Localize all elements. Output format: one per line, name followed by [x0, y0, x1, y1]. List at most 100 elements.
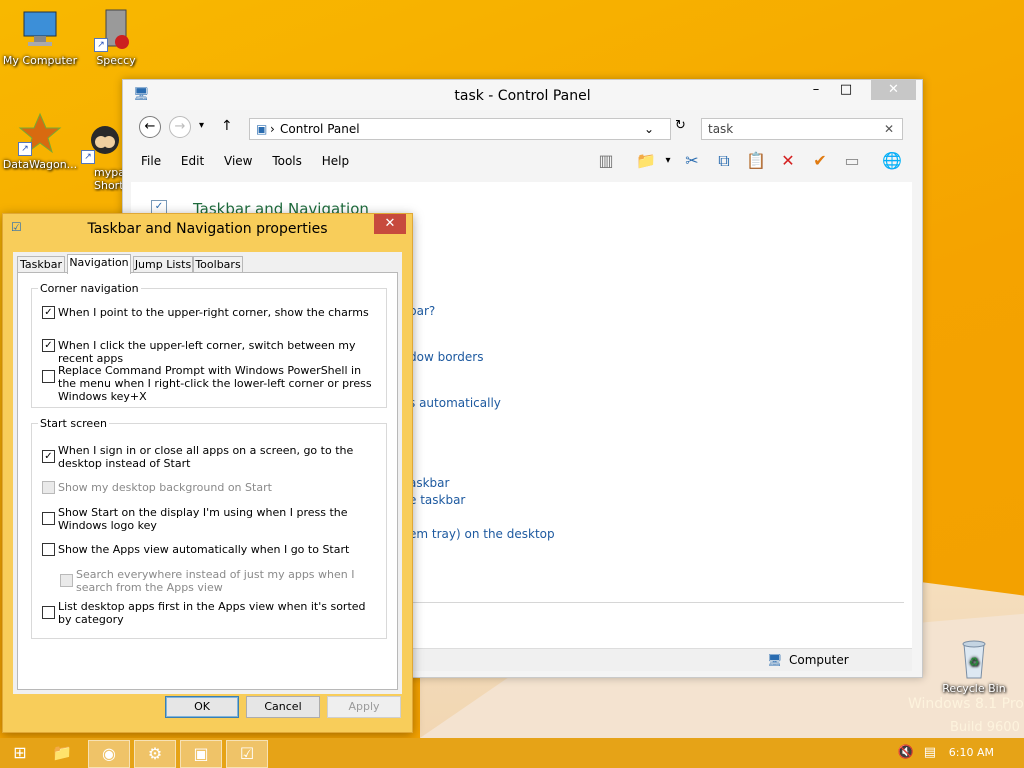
- option-label: Show Start on the display I'm using when…: [58, 506, 348, 532]
- recent-locations-dropdown[interactable]: ▾: [199, 120, 204, 131]
- checkbox[interactable]: [42, 606, 55, 619]
- desktop-icon-speccy[interactable]: ↗ Speccy: [76, 8, 156, 67]
- desktop-icon-label: mypa Short: [94, 166, 122, 192]
- task-link-6[interactable]: em tray) on the desktop: [409, 527, 555, 541]
- menu-tools[interactable]: Tools: [272, 154, 302, 168]
- folder-options-icon[interactable]: 📁: [635, 150, 657, 172]
- forward-button[interactable]: →: [169, 116, 191, 138]
- file-explorer-icon[interactable]: 📁: [42, 740, 82, 766]
- shortcut-arrow-icon: ↗: [94, 38, 108, 52]
- task-link-2[interactable]: dow borders: [409, 350, 483, 364]
- maximize-button[interactable]: □: [832, 80, 860, 100]
- apply-button[interactable]: Apply: [327, 696, 401, 718]
- control-panel-titlebar[interactable]: 🖥 task - Control Panel – □ ✕: [123, 80, 922, 110]
- search-text: task: [708, 122, 734, 136]
- desktop-icon-label: Recycle Bin: [942, 682, 1006, 695]
- cancel-button[interactable]: Cancel: [246, 696, 320, 718]
- desktop-icon-mypa[interactable]: ↗ mypa Short: [76, 120, 122, 192]
- copy-icon[interactable]: ⧉: [713, 150, 735, 172]
- taskbar: ⊞ 📁 ◉ ⚙ ▣ ☑ 🔇 ▤ 6:10 AM: [0, 738, 1024, 768]
- option-label: Show the Apps view automatically when I …: [58, 543, 350, 556]
- checkbox[interactable]: ✓: [42, 306, 55, 319]
- cut-icon[interactable]: ✂: [681, 150, 703, 172]
- checkbox: [60, 574, 73, 587]
- option-label: Search everywhere instead of just my app…: [76, 568, 355, 594]
- volume-muted-icon[interactable]: 🔇: [898, 745, 914, 760]
- option-label: When I point to the upper-right corner, …: [58, 306, 369, 319]
- breadcrumb-chevron-icon: ›: [270, 122, 275, 136]
- computer-small-icon: 🖥: [767, 653, 783, 667]
- checkbox: [42, 481, 55, 494]
- taskbar-properties-taskbar-icon[interactable]: ☑: [226, 740, 268, 768]
- up-button[interactable]: ↑: [221, 118, 233, 134]
- address-text: Control Panel: [280, 122, 360, 136]
- refresh-button[interactable]: ↻: [675, 118, 686, 133]
- computer-icon: [16, 8, 64, 52]
- checkmark-icon[interactable]: ✔: [809, 150, 831, 172]
- option-label: When I sign in or close all apps on a sc…: [58, 444, 354, 470]
- menu-file[interactable]: File: [141, 154, 161, 168]
- desktop-icon-datawagon[interactable]: ↗ DataWagon...: [0, 112, 80, 171]
- option-label: List desktop apps first in the Apps view…: [58, 600, 366, 626]
- menu-help[interactable]: Help: [322, 154, 349, 168]
- speccy-icon: ↗: [92, 8, 140, 52]
- datawagon-icon: ↗: [16, 112, 64, 156]
- menu-edit[interactable]: Edit: [181, 154, 204, 168]
- option-label: Show my desktop background on Start: [58, 481, 272, 494]
- checkbox[interactable]: [42, 512, 55, 525]
- group-title: Start screen: [38, 417, 109, 430]
- desktop-icon-recycle-bin[interactable]: ♻ Recycle Bin: [934, 636, 1014, 695]
- recycle-bin-icon: ♻: [950, 636, 998, 680]
- back-button[interactable]: ←: [139, 116, 161, 138]
- dialog-close-button[interactable]: ✕: [374, 214, 406, 234]
- option-label: Replace Command Prompt with Windows Powe…: [58, 364, 372, 403]
- search-input[interactable]: task ✕: [701, 118, 903, 140]
- ok-button[interactable]: OK: [165, 696, 239, 718]
- preview-pane-icon[interactable]: ▥: [595, 150, 617, 172]
- clear-search-icon[interactable]: ✕: [884, 122, 894, 136]
- minimize-button[interactable]: –: [802, 80, 830, 100]
- task-link-4[interactable]: askbar: [409, 476, 449, 490]
- navigation-tab-panel: Corner navigation ✓ When I point to the …: [17, 272, 398, 690]
- clock[interactable]: 6:10 AM: [949, 746, 994, 759]
- checkbox[interactable]: ✓: [42, 339, 55, 352]
- os-watermark: Windows 8.1 Pro: [908, 696, 1024, 712]
- control-panel-taskbar-icon[interactable]: ▣: [180, 740, 222, 768]
- menu-view[interactable]: View: [224, 154, 252, 168]
- desktop-icon-label: Speccy: [96, 54, 136, 67]
- globe-icon[interactable]: 🌐: [881, 150, 903, 172]
- dialog-title: Taskbar and Navigation properties: [87, 221, 328, 237]
- start-screen-group: Start screen ✓ When I sign in or close a…: [31, 417, 387, 639]
- properties-icon[interactable]: ▭: [841, 150, 863, 172]
- network-icon[interactable]: ▤: [924, 745, 936, 760]
- control-panel-small-icon: ▣: [256, 122, 268, 136]
- tab-navigation[interactable]: Navigation: [67, 254, 131, 274]
- desktop-icon-my-computer[interactable]: My Computer: [0, 8, 80, 67]
- start-button[interactable]: ⊞: [0, 740, 40, 766]
- checkbox[interactable]: ✓: [42, 450, 55, 463]
- build-watermark: Build 9600: [950, 720, 1020, 735]
- tab-toolbars[interactable]: Toolbars: [193, 256, 243, 273]
- task-link-3[interactable]: s automatically: [409, 396, 501, 410]
- group-title: Corner navigation: [38, 282, 141, 295]
- tab-taskbar[interactable]: Taskbar: [17, 256, 65, 273]
- desktop-icon-label: DataWagon...: [2, 158, 78, 171]
- corner-navigation-group: Corner navigation ✓ When I point to the …: [31, 282, 387, 408]
- navigation-bar: ← → ▾ ↑ ▣ › Control Panel ⌄ ↻ task ✕: [137, 116, 908, 140]
- address-bar[interactable]: ▣ › Control Panel ⌄: [249, 118, 671, 140]
- delete-icon[interactable]: ✕: [777, 150, 799, 172]
- status-location: Computer: [789, 653, 849, 667]
- checkbox[interactable]: [42, 543, 55, 556]
- checkbox[interactable]: [42, 370, 55, 383]
- paste-icon[interactable]: 📋: [745, 150, 767, 172]
- shortcut-arrow-icon: ↗: [81, 150, 95, 164]
- address-dropdown-icon[interactable]: ⌄: [644, 122, 654, 136]
- chrome-icon[interactable]: ◉: [88, 740, 130, 768]
- svg-text:♻: ♻: [969, 655, 980, 669]
- folder-options-dropdown-icon[interactable]: ▾: [657, 150, 679, 172]
- tab-jump-lists[interactable]: Jump Lists: [133, 256, 193, 273]
- task-link-5[interactable]: e taskbar: [409, 493, 465, 507]
- shortcut-arrow-icon: ↗: [18, 142, 32, 156]
- close-button[interactable]: ✕: [871, 80, 916, 100]
- gear-app-icon[interactable]: ⚙: [134, 740, 176, 768]
